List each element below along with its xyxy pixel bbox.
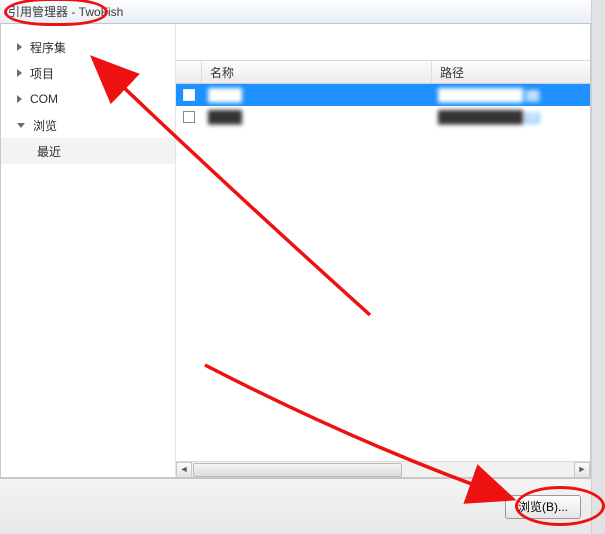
row-checkbox[interactable] (176, 89, 202, 101)
grid-header-check[interactable] (176, 61, 202, 83)
grid-header: 名称 路径 (176, 60, 590, 84)
window-title: 引用管理器 - TwoFish (8, 3, 123, 20)
chevron-right-icon (17, 43, 22, 51)
table-row[interactable]: ████ ██████████项 (176, 106, 590, 128)
table-row[interactable]: ████ ██████████项 (176, 84, 590, 106)
row-checkbox[interactable] (176, 111, 202, 123)
row-name: ████ (202, 88, 432, 102)
grid-body: ████ ██████████项 ████ ██████████项 (176, 84, 590, 477)
sidebar-item-label: 项目 (30, 65, 54, 82)
checkbox-icon (183, 111, 195, 123)
grid-header-path[interactable]: 路径 (432, 61, 590, 83)
footer: 浏览(B)... (0, 478, 591, 534)
window-right-edge (591, 0, 605, 534)
grid-header-name-label: 名称 (210, 64, 234, 81)
sidebar-item-label: 程序集 (30, 39, 66, 56)
scroll-track[interactable] (193, 463, 573, 477)
sidebar-item-label: 最近 (37, 143, 61, 160)
sidebar-item-assemblies[interactable]: 程序集 (1, 34, 175, 60)
row-path: ██████████项 (432, 109, 590, 125)
chevron-right-icon: ► (578, 465, 587, 474)
sidebar-item-browse-recent[interactable]: 最近 (1, 138, 175, 164)
chevron-left-icon: ◄ (180, 465, 189, 474)
horizontal-scrollbar[interactable]: ◄ ► (176, 461, 590, 477)
sidebar-item-label: 浏览 (33, 117, 57, 134)
sidebar: 程序集 项目 COM 浏览 最近 (1, 24, 176, 477)
grid-header-path-label: 路径 (440, 64, 464, 81)
sidebar-item-browse[interactable]: 浏览 (1, 112, 175, 138)
grid-header-name[interactable]: 名称 (202, 61, 432, 83)
row-name: ████ (202, 110, 432, 124)
content-top-gap (176, 24, 590, 60)
workspace: 程序集 项目 COM 浏览 最近 名称 (0, 24, 591, 478)
chevron-down-icon (17, 123, 25, 128)
row-path: ██████████项 (432, 87, 590, 103)
sidebar-item-com[interactable]: COM (1, 86, 175, 112)
chevron-right-icon (17, 95, 22, 103)
content: 名称 路径 ████ ██████████项 ████ (176, 24, 590, 477)
browse-button-label: 浏览(B)... (518, 498, 568, 515)
sidebar-item-projects[interactable]: 项目 (1, 60, 175, 86)
checkbox-icon (183, 89, 195, 101)
titlebar: 引用管理器 - TwoFish (0, 0, 591, 24)
scroll-right-button[interactable]: ► (574, 462, 590, 478)
sidebar-item-label: COM (30, 92, 58, 106)
scroll-left-button[interactable]: ◄ (176, 462, 192, 478)
chevron-right-icon (17, 69, 22, 77)
scroll-thumb[interactable] (193, 463, 402, 477)
browse-button[interactable]: 浏览(B)... (505, 495, 581, 519)
